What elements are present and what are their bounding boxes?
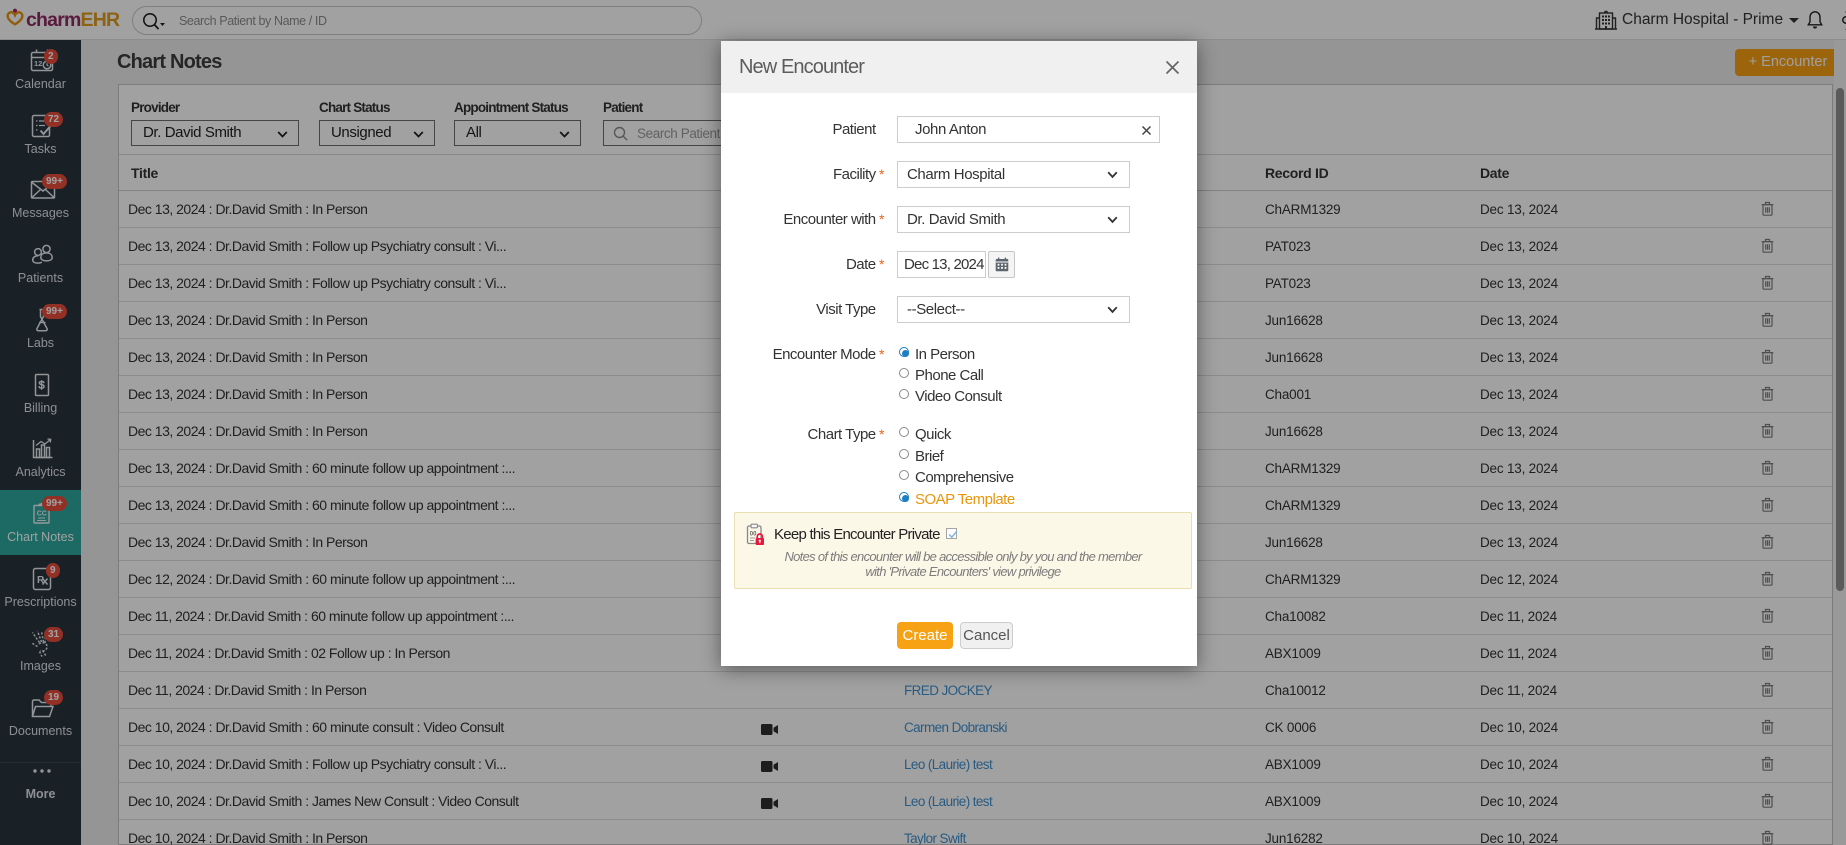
svg-text:00: 00 bbox=[750, 532, 757, 538]
